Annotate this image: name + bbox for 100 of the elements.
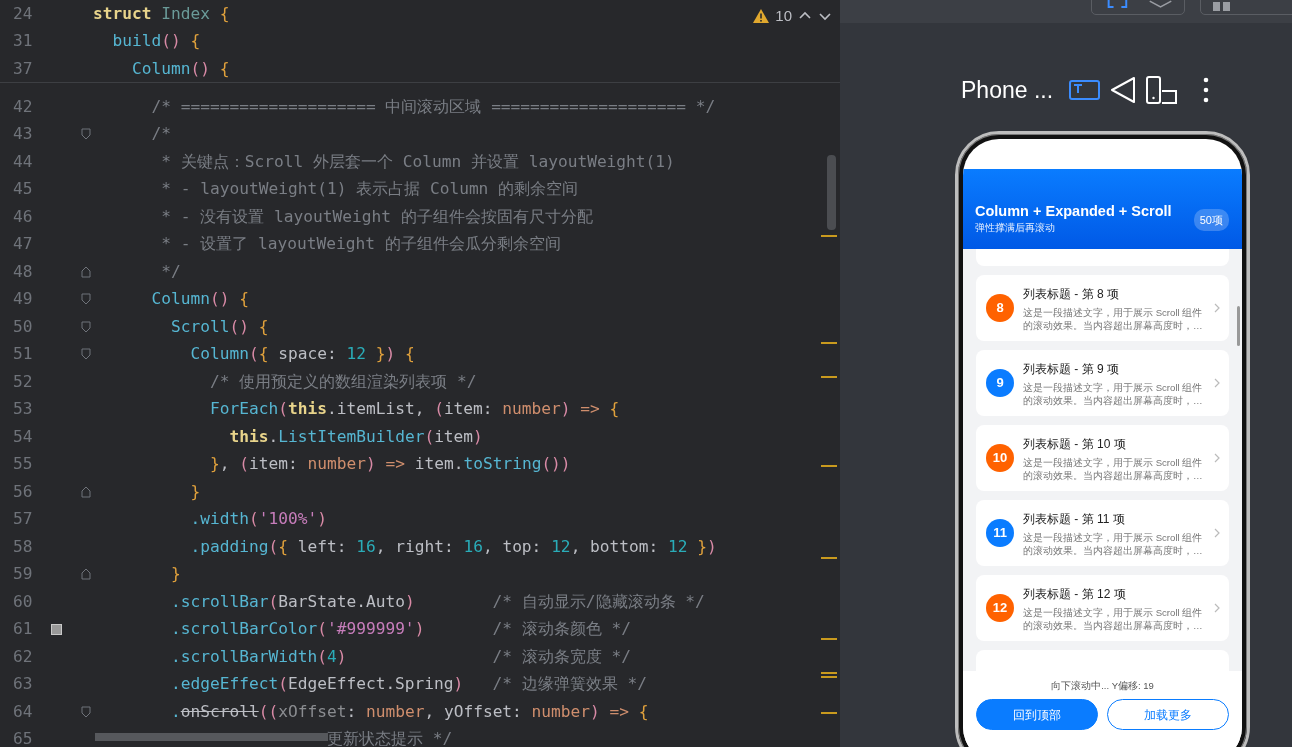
line-number: 59: [13, 563, 34, 586]
line-number: 57: [13, 508, 34, 531]
line-number: 45: [13, 178, 34, 201]
line-number: 44: [13, 150, 34, 173]
item-description: 这是一段描述文字，用于展示 Scroll 组件的滚动效果。当内容超出屏幕高度时，…: [1023, 605, 1204, 632]
code-line: * - layoutWeight(1) 表示占据 Column 的剩余空间: [161, 178, 579, 201]
line-number: 64: [13, 700, 34, 723]
scrollbar-thumb[interactable]: [95, 733, 328, 741]
fold-icon[interactable]: [80, 348, 91, 361]
code-line: }, (item: number) => item.toString()): [209, 453, 571, 476]
header-subtitle: 弹性撑满后再滚动: [975, 221, 1056, 235]
line-number: 58: [13, 535, 34, 558]
chevron-icon: [1214, 528, 1220, 538]
line-number: 48: [13, 260, 34, 283]
more-icon[interactable]: [1202, 77, 1211, 103]
fold-icon[interactable]: [80, 568, 91, 581]
number-badge: 8: [986, 294, 1014, 322]
code-line: Column() {: [132, 57, 230, 80]
code-line: .scrollBar(BarState.Auto) /* 自动显示/隐藏滚动条 */: [170, 590, 705, 613]
line-number: 53: [13, 398, 34, 421]
line-number: 24: [13, 2, 34, 25]
line-number: 43: [13, 123, 34, 146]
code-line: Scroll() {: [170, 315, 269, 338]
line-number: 65: [13, 728, 34, 747]
code-line: .padding({ left: 16, right: 16, top: 12, bottom: 12 }): [190, 535, 717, 558]
line-number: 56: [13, 480, 34, 503]
count-badge: 50项: [1193, 208, 1229, 231]
line-number: 62: [13, 645, 34, 668]
code-line: Column({ space: 12 }) {: [190, 343, 415, 366]
code-line: * - 设置了 layoutWeight 的子组件会瓜分剩余空间: [161, 233, 561, 256]
chevron-icon: [1214, 378, 1220, 388]
back-icon[interactable]: [1110, 76, 1137, 104]
fold-icon[interactable]: [80, 265, 91, 278]
scroll-status: 向下滚动中... Y偏移: 19: [1051, 679, 1154, 693]
item-description: 这是一段描述文字，用于展示 Scroll 组件的滚动效果。当内容超出屏幕高度时，…: [1023, 305, 1204, 332]
code-line: .scrollBarColor('#999999') /* 滚动条颜色 */: [170, 618, 632, 641]
code-line: }: [190, 480, 201, 503]
device-label[interactable]: Phone ...: [961, 72, 1054, 108]
code-line: struct Index {: [93, 2, 230, 25]
code-line: }: [170, 563, 181, 586]
code-line: this.ListItemBuilder(item): [229, 425, 483, 448]
fold-icon[interactable]: [80, 485, 91, 498]
line-number: 54: [13, 425, 34, 448]
number-badge: 10: [986, 444, 1014, 472]
code-line: */: [161, 260, 181, 283]
line-number: 47: [13, 233, 34, 256]
warning-count: 10: [775, 6, 792, 26]
code-line: ForEach(this.itemList, (item: number) => {: [209, 398, 620, 421]
code-line: /*: [151, 123, 171, 146]
line-number: 49: [13, 288, 34, 311]
fold-icon[interactable]: [80, 705, 91, 718]
item-title: 列表标题 - 第 9 项: [1023, 360, 1120, 378]
code-line: .scrollBarWidth(4) /* 滚动条宽度 */: [170, 645, 632, 668]
line-number: 37: [13, 57, 34, 80]
item-description: 这是一段描述文字，用于展示 Scroll 组件的滚动效果。当内容超出屏幕高度时，…: [1023, 455, 1204, 482]
code-line: * 关键点：Scroll 外层套一个 Column 并设置 layoutWeight(1): [161, 150, 675, 173]
text-box-icon[interactable]: [1069, 80, 1101, 100]
line-number: 46: [13, 205, 34, 228]
code-line: /* ==================== 中间滚动区域 ==================== */: [151, 95, 716, 118]
number-badge: 12: [986, 594, 1014, 622]
item-title: 列表标题 - 第 12 项: [1023, 585, 1127, 603]
line-number: 50: [13, 315, 34, 338]
list-card[interactable]: 9 列表标题 - 第 9 项 这是一段描述文字，用于展示 Scroll 组件的滚动效果。当内容超出屏幕高度时，…: [976, 350, 1229, 416]
chevron-icon: [1214, 453, 1220, 463]
fold-icon[interactable]: [80, 293, 91, 306]
warning-icon: [753, 9, 770, 24]
code-line: build() {: [112, 30, 201, 53]
chevron-icon: [1214, 603, 1220, 613]
line-number: 42: [13, 95, 34, 118]
list-card[interactable]: 12 列表标题 - 第 12 项 这是一段描述文字，用于展示 Scroll 组件的滚动效果。当内容超出屏幕高度时，…: [976, 575, 1229, 641]
rotate-device-icon[interactable]: [1146, 76, 1179, 104]
item-description: 这是一段描述文字，用于展示 Scroll 组件的滚动效果。当内容超出屏幕高度时，…: [1023, 380, 1204, 407]
scrollbar-thumb[interactable]: [1237, 306, 1240, 346]
item-title: 列表标题 - 第 8 项: [1023, 285, 1120, 303]
back-to-top-button[interactable]: 回到顶部: [976, 699, 1098, 731]
line-number: 60: [13, 590, 34, 613]
list-card[interactable]: 11 列表标题 - 第 11 项 这是一段描述文字，用于展示 Scroll 组件的滚动效果。当内容超出屏幕高度时，…: [976, 500, 1229, 566]
code-line: Column() {: [151, 288, 249, 311]
line-number: 31: [13, 30, 34, 53]
line-number: 52: [13, 370, 34, 393]
header-title: Column + Expanded + Scroll: [975, 202, 1172, 220]
view-toggle[interactable]: [1091, 0, 1185, 15]
code-line: /* 使用预定义的数组渲染列表项 */: [209, 370, 477, 393]
list-card[interactable]: 8 列表标题 - 第 8 项 这是一段描述文字，用于展示 Scroll 组件的滚动效果。当内容超出屏幕高度时，…: [976, 275, 1229, 341]
code-line: .onScroll((xOffset: number, yOffset: number) => {: [170, 700, 649, 723]
number-badge: 11: [986, 519, 1014, 547]
fold-icon[interactable]: [80, 128, 91, 141]
line-number: 61: [13, 618, 34, 641]
code-line: .edgeEffect(EdgeEffect.Spring) /* 边缘弹簧效果 */: [170, 673, 648, 696]
color-swatch[interactable]: [51, 623, 62, 635]
scrollbar-thumb[interactable]: [827, 155, 836, 230]
item-title: 列表标题 - 第 11 项: [1023, 510, 1126, 528]
chevron-icon: [1214, 303, 1220, 313]
fold-icon[interactable]: [80, 320, 91, 333]
code-line: 更新状态提示 */: [326, 728, 453, 747]
item-description: 这是一段描述文字，用于展示 Scroll 组件的滚动效果。当内容超出屏幕高度时，…: [1023, 530, 1204, 557]
item-title: 列表标题 - 第 10 项: [1023, 435, 1127, 453]
list-card[interactable]: 10 列表标题 - 第 10 项 这是一段描述文字，用于展示 Scroll 组件的滚动效果。当内容超出屏幕高度时，…: [976, 425, 1229, 491]
load-more-button[interactable]: 加载更多: [1107, 699, 1229, 731]
line-number: 51: [13, 343, 34, 366]
